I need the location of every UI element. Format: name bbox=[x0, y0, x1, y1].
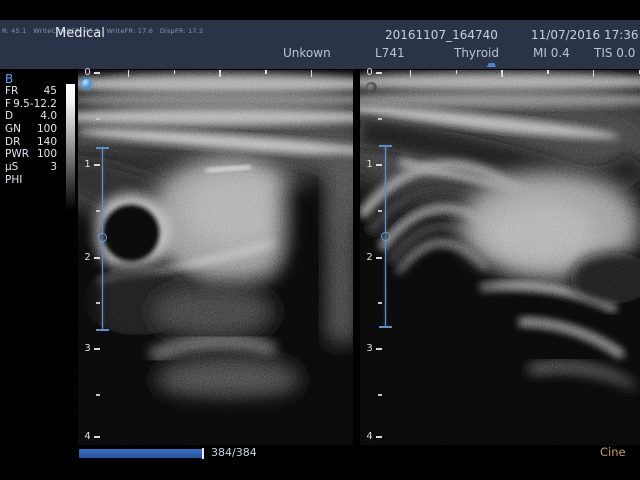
grayscale-map-bar bbox=[66, 84, 75, 211]
mode-indicator: B bbox=[5, 72, 13, 86]
cine-cursor[interactable] bbox=[202, 448, 204, 459]
param-row: µS3 bbox=[3, 161, 59, 174]
cine-progress-bar[interactable] bbox=[79, 449, 203, 458]
caliper-cursor[interactable] bbox=[381, 232, 390, 241]
param-row: F9.5-12.2 bbox=[3, 98, 59, 111]
ultrasound-screen: R: 45.1 WriteCineBFR: 45.1 WriteFR: 17.6… bbox=[0, 0, 640, 480]
param-row: DR140 bbox=[3, 136, 59, 149]
measurement-caliper-right[interactable] bbox=[379, 145, 392, 328]
tis-value: TIS 0.0 bbox=[594, 46, 635, 60]
caliper-end-mark[interactable] bbox=[379, 326, 392, 328]
facility-label: Medical bbox=[55, 26, 105, 41]
cine-frame-counter: 384/384 bbox=[211, 446, 257, 459]
header-bar: R: 45.1 WriteCineBFR: 45.1 WriteFR: 17.6… bbox=[0, 20, 640, 69]
image-pane-left[interactable]: 0 1 2 3 4 bbox=[78, 70, 353, 445]
param-row: FR45 bbox=[3, 85, 59, 98]
exam-id: 20161107_164740 bbox=[385, 28, 498, 42]
param-row: D4.0 bbox=[3, 110, 59, 123]
preset-label: Thyroid bbox=[454, 46, 499, 60]
caliper-cursor[interactable] bbox=[98, 233, 107, 242]
ultrasound-image-left[interactable] bbox=[78, 70, 353, 445]
param-row: PHI bbox=[3, 174, 59, 187]
orientation-marker-inactive bbox=[366, 82, 377, 93]
param-row: PWR100 bbox=[3, 148, 59, 161]
ultrasound-image-right[interactable] bbox=[360, 70, 640, 445]
patient-name: Unkown bbox=[283, 46, 331, 60]
cine-mode-label: Cine bbox=[600, 445, 626, 459]
measurement-caliper-left[interactable] bbox=[96, 147, 109, 331]
probe-label: L741 bbox=[375, 46, 405, 60]
caliper-end-mark[interactable] bbox=[96, 329, 109, 331]
datetime-label: 11/07/2016 17:36 bbox=[531, 28, 639, 42]
param-row: GN100 bbox=[3, 123, 59, 136]
mi-value: MI 0.4 bbox=[533, 46, 570, 60]
parameter-list: FR45 F9.5-12.2 D4.0 GN100 DR140 PWR100 µ… bbox=[3, 85, 59, 187]
orientation-marker-active bbox=[82, 79, 91, 88]
image-pane-right[interactable]: 0 1 2 3 4 bbox=[360, 70, 640, 445]
